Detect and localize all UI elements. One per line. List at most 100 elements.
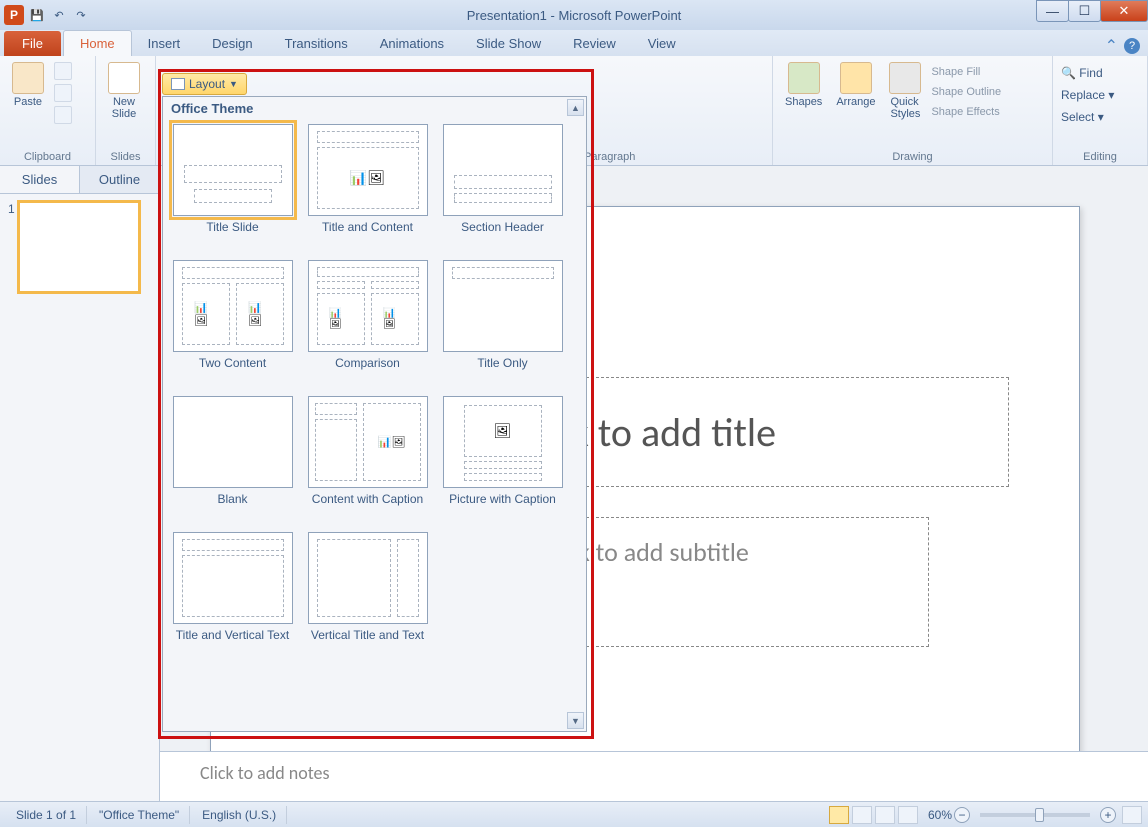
- ribbon-tabs: File Home Insert Design Transitions Anim…: [0, 30, 1148, 56]
- replace-button[interactable]: Replace ▾: [1061, 88, 1114, 102]
- sorter-view-button[interactable]: [852, 806, 872, 824]
- zoom-in-button[interactable]: +: [1100, 807, 1116, 823]
- help-icon[interactable]: ?: [1124, 38, 1140, 54]
- slide-thumbnail[interactable]: [19, 202, 139, 292]
- layout-option-picture-with-caption[interactable]: 🖼Picture with Caption: [441, 396, 564, 522]
- layout-option-title-and-content[interactable]: 📊🖼 Title and Content: [306, 124, 429, 250]
- tab-slideshow[interactable]: Slide Show: [460, 31, 557, 56]
- layout-label: Title and Content: [322, 220, 413, 250]
- qat-undo-icon[interactable]: ↶: [50, 6, 68, 24]
- layout-panel-header: Office Theme: [163, 97, 586, 120]
- normal-view-button[interactable]: [829, 806, 849, 824]
- scroll-up-icon[interactable]: ▲: [567, 99, 584, 116]
- layout-option-section-header[interactable]: Section Header: [441, 124, 564, 250]
- layout-thumb: 📊🖼📊🖼: [173, 260, 293, 352]
- tab-home[interactable]: Home: [63, 30, 132, 56]
- layout-label: Layout: [189, 77, 225, 91]
- arrange-button[interactable]: Arrange: [832, 60, 879, 110]
- group-slides-label: Slides: [104, 149, 147, 163]
- layout-label: Blank: [217, 492, 247, 522]
- notes-pane[interactable]: Click to add notes: [160, 751, 1148, 801]
- qat-redo-icon[interactable]: ↷: [72, 6, 90, 24]
- slides-tab[interactable]: Slides: [0, 166, 80, 193]
- layout-option-title-slide[interactable]: Title Slide: [171, 124, 294, 250]
- layout-label: Vertical Title and Text: [311, 628, 424, 658]
- format-painter-button[interactable]: [54, 106, 72, 124]
- qat-save-icon[interactable]: 💾: [28, 6, 46, 24]
- shape-fill-button[interactable]: Shape Fill: [931, 66, 1001, 78]
- scroll-down-icon[interactable]: ▼: [567, 712, 584, 729]
- new-slide-icon: [108, 62, 140, 94]
- tab-animations[interactable]: Animations: [364, 31, 460, 56]
- new-slide-button[interactable]: New Slide: [104, 60, 144, 122]
- group-drawing-label: Drawing: [781, 149, 1044, 163]
- layout-icon: [171, 78, 185, 90]
- layout-label: Title Only: [477, 356, 527, 386]
- layout-option-vertical-title-and-text[interactable]: Vertical Title and Text: [306, 532, 429, 658]
- layout-thumb: [173, 532, 293, 624]
- slideshow-view-button[interactable]: [898, 806, 918, 824]
- layout-option-title-only[interactable]: Title Only: [441, 260, 564, 386]
- shapes-icon: [788, 62, 820, 94]
- window-title: Presentation1 - Microsoft PowerPoint: [467, 8, 682, 23]
- zoom-out-button[interactable]: −: [954, 807, 970, 823]
- app-icon: P: [4, 5, 24, 25]
- status-language[interactable]: English (U.S.): [192, 806, 287, 824]
- select-button[interactable]: Select ▾: [1061, 110, 1114, 124]
- find-button[interactable]: 🔍 Find: [1061, 66, 1114, 80]
- paste-label: Paste: [14, 96, 42, 108]
- layout-thumb: 📊🖼📊🖼: [308, 260, 428, 352]
- layout-thumb: [173, 124, 293, 216]
- statusbar: Slide 1 of 1 "Office Theme" English (U.S…: [0, 801, 1148, 827]
- minimize-button[interactable]: —: [1036, 0, 1069, 22]
- shape-effects-button[interactable]: Shape Effects: [931, 106, 1001, 118]
- slide-number: 1: [8, 202, 15, 292]
- layout-label: Title Slide: [206, 220, 258, 250]
- layout-button[interactable]: Layout ▼: [162, 73, 247, 95]
- fit-to-window-button[interactable]: [1122, 806, 1142, 824]
- reading-view-button[interactable]: [875, 806, 895, 824]
- chevron-down-icon: ▼: [229, 79, 238, 89]
- layout-thumb: 📊🖼: [308, 124, 428, 216]
- layout-thumb: 🖼: [443, 396, 563, 488]
- tab-transitions[interactable]: Transitions: [269, 31, 364, 56]
- layout-label: Two Content: [199, 356, 266, 386]
- status-theme: "Office Theme": [89, 806, 190, 824]
- layout-option-content-with-caption[interactable]: 📊🖼 Content with Caption: [306, 396, 429, 522]
- zoom-percent[interactable]: 60%: [928, 808, 952, 822]
- copy-button[interactable]: [54, 84, 72, 102]
- layout-label: Content with Caption: [312, 492, 423, 522]
- arrange-icon: [840, 62, 872, 94]
- layout-label: Title and Vertical Text: [176, 628, 289, 658]
- cut-button[interactable]: [54, 62, 72, 80]
- close-button[interactable]: ✕: [1100, 0, 1148, 22]
- outline-tab[interactable]: Outline: [80, 166, 159, 193]
- layout-option-comparison[interactable]: 📊🖼📊🖼Comparison: [306, 260, 429, 386]
- layout-label: Section Header: [461, 220, 544, 250]
- layout-option-title-and-vertical-text[interactable]: Title and Vertical Text: [171, 532, 294, 658]
- layout-thumb: [443, 124, 563, 216]
- quick-styles-icon: [889, 62, 921, 94]
- status-slide-info: Slide 1 of 1: [6, 806, 87, 824]
- maximize-button[interactable]: ☐: [1068, 0, 1101, 22]
- shapes-button[interactable]: Shapes: [781, 60, 826, 110]
- slides-pane: Slides Outline 1: [0, 166, 160, 801]
- tab-view[interactable]: View: [632, 31, 692, 56]
- tab-design[interactable]: Design: [196, 31, 268, 56]
- shape-outline-button[interactable]: Shape Outline: [931, 86, 1001, 98]
- group-clipboard-label: Clipboard: [8, 149, 87, 163]
- tab-file[interactable]: File: [4, 31, 61, 56]
- quick-styles-button[interactable]: Quick Styles: [885, 60, 925, 122]
- layout-option-two-content[interactable]: 📊🖼📊🖼 Two Content: [171, 260, 294, 386]
- tab-insert[interactable]: Insert: [132, 31, 197, 56]
- layout-option-blank[interactable]: Blank: [171, 396, 294, 522]
- layout-thumb: 📊🖼: [308, 396, 428, 488]
- ribbon-minimize-icon[interactable]: ⌃: [1105, 36, 1118, 56]
- group-editing-label: Editing: [1061, 149, 1139, 163]
- tab-review[interactable]: Review: [557, 31, 632, 56]
- layout-thumb: [443, 260, 563, 352]
- zoom-slider[interactable]: [980, 813, 1090, 817]
- paste-button[interactable]: Paste: [8, 60, 48, 110]
- layout-thumb: [173, 396, 293, 488]
- titlebar: P 💾 ↶ ↷ Presentation1 - Microsoft PowerP…: [0, 0, 1148, 30]
